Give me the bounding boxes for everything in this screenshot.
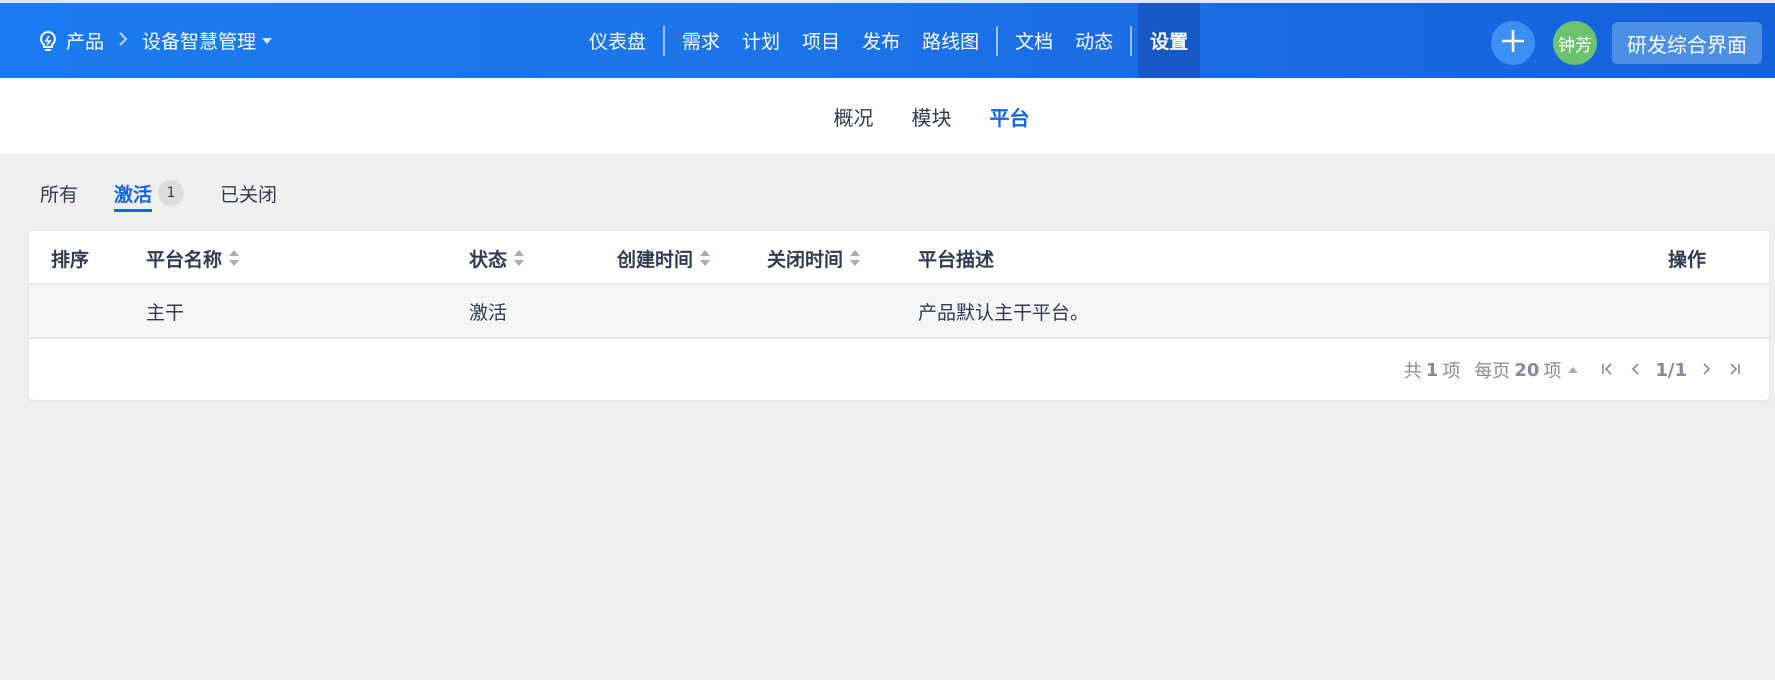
page-indicator: 1/1 xyxy=(1655,359,1687,381)
tab-closed-label: 已关闭 xyxy=(220,183,278,206)
column-label: 操作 xyxy=(1668,248,1707,271)
plus-icon xyxy=(1500,28,1526,58)
total-suffix: 项 xyxy=(1442,361,1461,382)
nav-divider xyxy=(663,25,666,56)
caret-up-icon xyxy=(1567,366,1579,374)
nav-activity[interactable]: 动态 xyxy=(1064,3,1124,78)
subnav-platforms[interactable]: 平台 xyxy=(990,102,1030,131)
breadcrumb-product[interactable]: 产品 xyxy=(38,27,104,54)
column-order: 排序 xyxy=(51,231,89,285)
first-page-button[interactable] xyxy=(1593,356,1621,384)
per-page-prefix: 每页 xyxy=(1474,361,1511,382)
cell-status: 激活 xyxy=(469,301,508,324)
current-product-name: 设备智慧管理 xyxy=(142,31,257,53)
nav-plan[interactable]: 计划 xyxy=(731,3,791,78)
sort-icon xyxy=(513,249,525,267)
last-page-button[interactable] xyxy=(1721,356,1749,384)
total-prefix: 共 xyxy=(1403,361,1422,382)
total-count: 1 xyxy=(1425,359,1439,381)
column-closed-time[interactable]: 关闭时间 xyxy=(767,231,861,285)
caret-down-icon xyxy=(261,37,273,45)
product-switcher[interactable]: 设备智慧管理 xyxy=(142,27,273,54)
nav-divider xyxy=(996,25,999,56)
tab-all-label: 所有 xyxy=(40,183,79,206)
nav-roadmap[interactable]: 路线图 xyxy=(911,3,990,78)
sort-icon xyxy=(849,249,861,267)
column-status[interactable]: 状态 xyxy=(469,231,525,285)
top-header: 产品 设备智慧管理 仪表盘 需求 计划 项目 发布 路线图 文档 动态 设置 钟… xyxy=(0,0,1775,78)
chevron-left-icon xyxy=(1630,360,1640,381)
column-created-time[interactable]: 创建时间 xyxy=(617,231,711,285)
breadcrumb: 产品 设备智慧管理 xyxy=(38,3,273,78)
platform-table-card: 排序 平台名称 状态 创建时间 关闭时间 平台描述 操作 主干 激活 产品默认主… xyxy=(29,231,1769,400)
column-actions: 操作 xyxy=(1668,231,1706,285)
main-nav: 仪表盘 需求 计划 项目 发布 路线图 文档 动态 设置 xyxy=(578,3,1201,78)
per-page-value: 20 xyxy=(1514,359,1540,381)
chevron-right-icon xyxy=(118,31,128,50)
column-label: 平台名称 xyxy=(146,248,223,271)
column-label: 状态 xyxy=(469,248,508,271)
sort-icon xyxy=(699,249,711,267)
nav-release[interactable]: 发布 xyxy=(851,3,911,78)
cell-name: 主干 xyxy=(146,301,185,324)
sort-icon xyxy=(228,249,240,267)
per-page-selector[interactable]: 每页 20 项 xyxy=(1474,357,1579,383)
first-page-icon xyxy=(1600,360,1614,381)
column-label: 平台描述 xyxy=(918,248,995,271)
chevron-right-icon xyxy=(1702,360,1712,381)
tab-active[interactable]: 激活 1 xyxy=(114,178,185,212)
pagination: 共 1 项 每页 20 项 1/1 xyxy=(1404,341,1749,399)
next-page-button[interactable] xyxy=(1693,356,1721,384)
nav-settings[interactable]: 设置 xyxy=(1138,3,1201,78)
create-button[interactable] xyxy=(1491,21,1535,65)
nav-divider xyxy=(1130,25,1133,56)
nav-docs[interactable]: 文档 xyxy=(1004,3,1064,78)
status-tabs: 所有 激活 1 已关闭 xyxy=(40,178,313,214)
cell-description: 产品默认主干平台。 xyxy=(918,301,1090,324)
settings-subnav: 概况 模块 平台 xyxy=(0,78,1775,154)
nav-project[interactable]: 项目 xyxy=(791,3,851,78)
table-header: 排序 平台名称 状态 创建时间 关闭时间 平台描述 操作 xyxy=(29,231,1769,285)
subnav-overview[interactable]: 概况 xyxy=(834,102,874,131)
column-label: 创建时间 xyxy=(617,248,694,271)
last-page-icon xyxy=(1728,360,1742,381)
tab-all[interactable]: 所有 xyxy=(40,178,78,208)
column-description: 平台描述 xyxy=(918,231,994,285)
breadcrumb-product-label: 产品 xyxy=(66,31,105,53)
table-row: 主干 激活 产品默认主干平台。 xyxy=(29,285,1769,339)
switch-interface-button[interactable]: 研发综合界面 xyxy=(1612,22,1762,64)
nav-requirements[interactable]: 需求 xyxy=(671,3,731,78)
column-label: 排序 xyxy=(51,248,90,271)
column-label: 关闭时间 xyxy=(767,248,844,271)
subnav-modules[interactable]: 模块 xyxy=(912,102,952,131)
tab-active-label: 激活 xyxy=(114,180,153,212)
column-name[interactable]: 平台名称 xyxy=(146,231,240,285)
count-badge: 1 xyxy=(158,180,185,206)
lightbulb-icon xyxy=(38,30,60,52)
user-avatar[interactable]: 钟芳 xyxy=(1553,21,1597,65)
prev-page-button[interactable] xyxy=(1621,356,1649,384)
per-page-suffix: 项 xyxy=(1543,361,1562,382)
nav-dashboard[interactable]: 仪表盘 xyxy=(578,3,657,78)
tab-closed[interactable]: 已关闭 xyxy=(220,178,277,208)
